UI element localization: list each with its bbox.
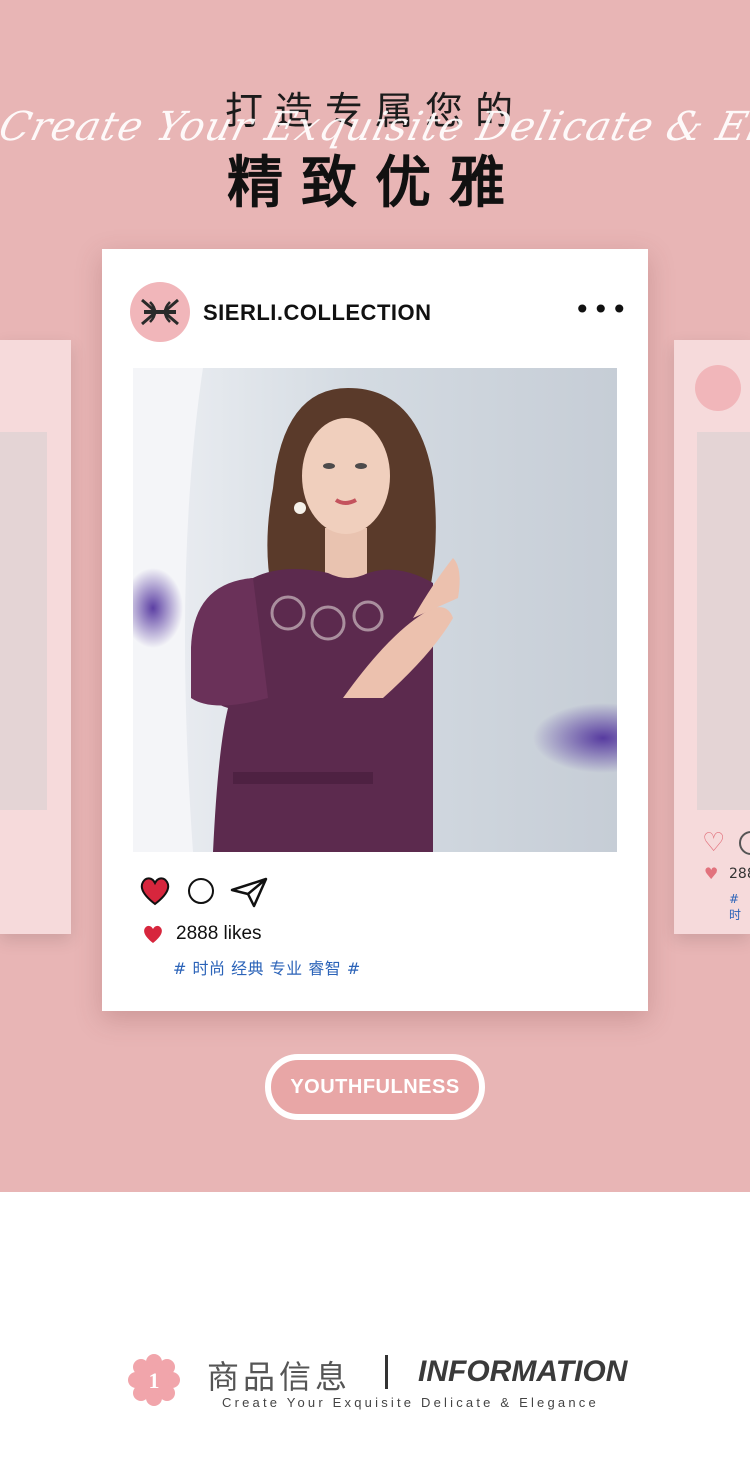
side-tags: # 时 — [729, 892, 742, 922]
like-heart-icon[interactable] — [138, 874, 172, 908]
post-hashtags[interactable]: # 时尚 经典 专业 睿智 # — [173, 955, 361, 979]
section-divider — [385, 1355, 388, 1389]
post-photo — [133, 368, 617, 852]
youthfulness-button[interactable]: YOUTHFULNESS — [265, 1054, 485, 1120]
model-photo-illustration — [133, 368, 617, 852]
post-card: SIERLI.COLLECTION ••• 2888 likes # 时尚 经典… — [102, 249, 648, 1011]
likes-count[interactable]: 2888 likes — [176, 923, 262, 945]
hero-title-main: 精致优雅 — [227, 151, 523, 216]
side-post-card-left — [0, 340, 71, 934]
post-actions — [138, 874, 338, 910]
side-post-card-right: ♡ ♥ 288 # 时 — [674, 340, 750, 934]
comment-icon[interactable] — [188, 878, 214, 904]
side-like-heart-icon: ♥ — [704, 864, 719, 883]
hero-banner: 打造专属您的 Create Your Exquisite Delicate & … — [0, 0, 750, 1192]
side-comment-icon — [739, 831, 750, 855]
side-post-photo-placeholder — [697, 432, 750, 810]
section-number: 1 — [149, 1368, 160, 1393]
brand-monogram-icon — [141, 298, 179, 326]
more-options-icon[interactable]: ••• — [574, 296, 630, 324]
brand-logo-icon[interactable] — [130, 282, 190, 342]
side-post-photo-placeholder — [0, 432, 47, 810]
side-likes-count: 288 — [729, 866, 750, 882]
section-subtitle: Create Your Exquisite Delicate & Eleganc… — [222, 1395, 599, 1410]
section-title-en: INFORMATION — [418, 1355, 628, 1388]
account-name[interactable]: SIERLI.COLLECTION — [203, 300, 432, 326]
share-send-icon[interactable] — [230, 876, 268, 908]
side-heart-icon: ♡ — [702, 828, 726, 858]
likes-heart-icon — [144, 925, 162, 943]
section-title-cn: 商品信息 — [207, 1358, 352, 1396]
section-number-flower-icon: 1 — [128, 1354, 180, 1406]
side-brand-logo-icon — [695, 365, 741, 411]
